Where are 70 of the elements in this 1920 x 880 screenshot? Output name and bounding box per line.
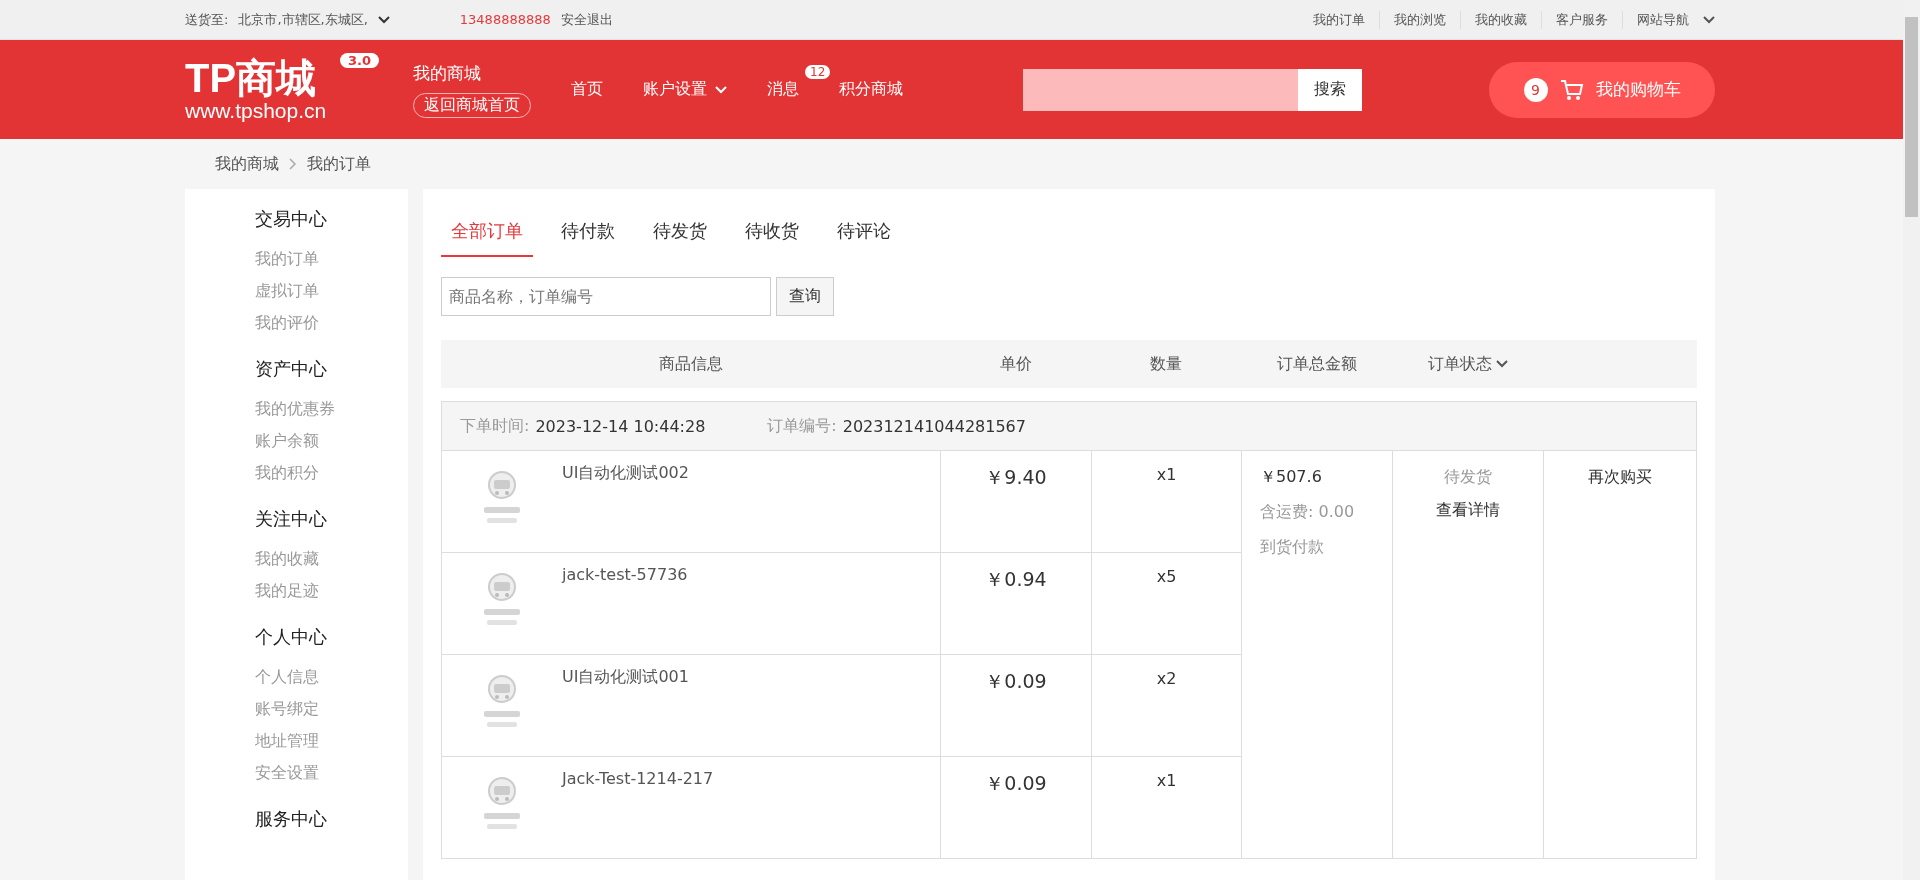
shipping-fee: 含运费: 0.00	[1260, 502, 1355, 523]
product-name[interactable]: UI自动化测试001	[562, 667, 689, 756]
sidebar-heading: 关注中心	[255, 507, 328, 531]
top-link[interactable]: 我的订单	[1299, 10, 1379, 29]
nav-link[interactable]: 消息	[767, 79, 799, 100]
order-number: 202312141044281567	[842, 416, 1026, 436]
sidebar-heading: 交易中心	[255, 207, 328, 231]
top-link[interactable]: 我的浏览	[1379, 10, 1460, 29]
top-link[interactable]: 我的收藏	[1460, 10, 1541, 29]
logo-url: www.tpshop.cn	[185, 98, 328, 123]
logout-link[interactable]: 安全退出	[560, 10, 613, 29]
order-number-label: 订单编号:	[767, 415, 837, 437]
sidebar-heading: 个人中心	[255, 625, 328, 649]
breadcrumb-link[interactable]: 我的订单	[307, 153, 371, 175]
cart-button[interactable]: 9 我的购物车	[1489, 61, 1715, 118]
quantity: x1	[1156, 465, 1177, 484]
search-button[interactable]: 搜索	[1298, 68, 1362, 111]
cart-count-badge: 9	[1523, 77, 1548, 102]
unit-price: ￥0.09	[985, 772, 1047, 794]
order-tab[interactable]: 全部订单	[441, 207, 533, 257]
order-total: ￥507.6	[1260, 467, 1322, 488]
logo-text[interactable]: TP商城	[185, 56, 317, 99]
version-badge: 3.0	[340, 52, 380, 68]
column-header: 订单状态	[1427, 353, 1492, 375]
order-time-label: 下单时间:	[460, 415, 530, 437]
quantity: x2	[1156, 669, 1177, 688]
view-details-link[interactable]: 查看详情	[1436, 500, 1500, 521]
column-header: 订单总金额	[1276, 353, 1357, 375]
column-header: 单价	[999, 353, 1032, 375]
order-status: 待发货	[1444, 467, 1492, 488]
quantity: x1	[1156, 771, 1177, 790]
payment-method: 到货付款	[1260, 537, 1324, 558]
top-link[interactable]: 网站导航	[1622, 10, 1703, 29]
top-link[interactable]: 客户服务	[1541, 10, 1622, 29]
chevron-down-icon	[377, 15, 390, 24]
product-name[interactable]: Jack-Test-1214-217	[562, 769, 714, 858]
ship-to-label: 送货至:	[185, 10, 229, 29]
order-time: 2023-12-14 10:44:28	[535, 416, 706, 436]
nav-link[interactable]: 首页	[571, 79, 603, 100]
breadcrumb-link[interactable]: 我的商城	[215, 153, 279, 175]
chevron-down-icon	[1703, 15, 1715, 24]
order-tab[interactable]: 待发货	[643, 207, 717, 257]
column-header: 数量	[1150, 353, 1182, 375]
query-button[interactable]: 查询	[776, 277, 834, 316]
nav-link[interactable]: 积分商城	[839, 79, 903, 100]
chevron-down-icon	[715, 85, 727, 94]
message-count-badge: 12	[805, 65, 831, 79]
sidebar-heading: 服务中心	[255, 807, 328, 831]
product-name[interactable]: jack-test-57736	[562, 565, 688, 654]
user-phone[interactable]: 13488888888	[459, 12, 551, 27]
my-mall-title: 我的商城	[413, 61, 481, 85]
unit-price: ￥9.40	[985, 466, 1047, 488]
sidebar-heading: 资产中心	[255, 357, 328, 381]
unit-price: ￥0.09	[985, 670, 1047, 692]
buy-again-link[interactable]: 再次购买	[1587, 467, 1652, 488]
order-tab[interactable]: 待付款	[551, 207, 625, 257]
chevron-down-icon	[1495, 360, 1508, 368]
cart-icon	[1559, 78, 1584, 101]
search-field[interactable]	[1023, 68, 1298, 111]
chevron-right-icon	[289, 158, 297, 170]
column-header: 商品信息	[658, 353, 723, 375]
product-name[interactable]: UI自动化测试002	[562, 463, 689, 552]
order-tab[interactable]: 待收货	[735, 207, 809, 257]
scrollbar[interactable]	[1903, 0, 1920, 880]
unit-price: ￥0.94	[985, 568, 1047, 590]
order-tab[interactable]: 待评论	[827, 207, 901, 257]
nav-link[interactable]: 账户设置	[643, 79, 707, 100]
location-selector[interactable]: 北京市,市辖区,东城区,	[238, 10, 368, 29]
order-search-field[interactable]: 商品名称，订单编号	[441, 277, 771, 316]
quantity: x5	[1156, 567, 1177, 586]
